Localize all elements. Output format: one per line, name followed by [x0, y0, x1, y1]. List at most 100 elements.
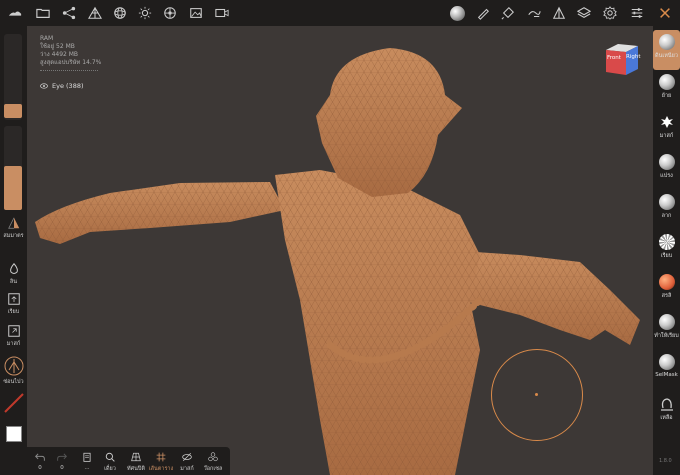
right-toolbar: ดินเหนียว ย้าย มาสก์ แปรง ลาก เรียบ สรลิ…: [653, 26, 680, 475]
drop-icon: [7, 262, 21, 276]
view-cube[interactable]: Front Right: [604, 42, 640, 76]
tool-trim[interactable]: เหลือ: [653, 396, 680, 422]
tool-move[interactable]: ย้าย: [653, 74, 680, 100]
tool-mask-label: มาสก์: [659, 133, 674, 139]
solo-button[interactable]: เดี่ยว: [97, 451, 123, 473]
tool-move-label: ย้าย: [661, 93, 672, 99]
memory-stats: RAM ใช้อยู่ 52 MB ว่าง 4492 MB สูงสุดแอป…: [40, 35, 101, 74]
logo-icon[interactable]: [6, 4, 24, 22]
selmask-icon: [658, 354, 675, 370]
tool-smooth-label: เรียบ: [660, 253, 673, 259]
tool-mask[interactable]: มาสก์: [653, 114, 680, 140]
voxel-label: ว๊อกเซล: [203, 466, 223, 472]
brush-pen-icon[interactable]: [474, 4, 492, 22]
intensity-slider-knob[interactable]: [4, 166, 22, 210]
move-icon: [658, 74, 675, 90]
clipboard-icon: [81, 451, 93, 463]
smooth-label: เรียบ: [7, 309, 20, 315]
redo-button[interactable]: 0: [49, 451, 75, 471]
search-icon: [104, 451, 116, 463]
intensity-slider[interactable]: [4, 126, 22, 210]
drag-icon: [658, 194, 675, 210]
undo-count: 0: [38, 465, 42, 471]
mask-tool[interactable]: มาสก์: [0, 324, 27, 348]
tool-paint[interactable]: สรลิ: [653, 274, 680, 300]
layers-icon[interactable]: [575, 4, 593, 22]
stroke-icon[interactable]: [525, 4, 543, 22]
tool-selmask-label: SelMask: [655, 372, 678, 378]
mask-toggle-button[interactable]: มาสก์: [174, 451, 200, 473]
tool-drag-label: ลาก: [661, 213, 672, 219]
mask-label: มาสก์: [6, 341, 21, 347]
stats-divider: [40, 70, 98, 71]
hide-icon: [4, 356, 24, 376]
paint-icon[interactable]: [499, 4, 517, 22]
eye-off-icon: [181, 451, 193, 463]
image-icon[interactable]: [187, 4, 205, 22]
tool-clay[interactable]: ดินเหนียว: [653, 30, 680, 70]
undo-icon: [34, 451, 46, 463]
tool-selmask[interactable]: SelMask: [653, 354, 680, 378]
stroke-line-icon: [3, 393, 24, 413]
ram-label: RAM: [40, 35, 54, 42]
cube-right-label: Right: [626, 54, 641, 60]
perspective-button[interactable]: ทัศนปิติ: [123, 451, 149, 473]
grid-icon: [155, 451, 167, 463]
sliders-icon[interactable]: [628, 4, 646, 22]
multires-icon[interactable]: [86, 4, 104, 22]
radius-slider-knob[interactable]: [4, 104, 22, 118]
tool-smooth[interactable]: เรียบ: [653, 234, 680, 260]
tool-drag[interactable]: ลาก: [653, 194, 680, 220]
grid-label: เส้นตาราง: [148, 466, 174, 472]
scene-icon[interactable]: [60, 4, 78, 22]
sphere-grid-icon[interactable]: [111, 4, 129, 22]
video-icon[interactable]: [213, 4, 231, 22]
redo-count: 0: [60, 465, 64, 471]
mask-icon: [7, 324, 21, 338]
clipboard-label: ...: [84, 465, 90, 471]
voxel-button[interactable]: ว๊อกเซล: [200, 451, 226, 473]
material-icon[interactable]: [161, 4, 179, 22]
smooth-tool[interactable]: เรียบ: [0, 292, 27, 316]
flatten-icon: [658, 314, 675, 330]
matcap-icon[interactable]: [448, 4, 466, 22]
smooth-ball-icon: [658, 234, 675, 250]
ram-cap: สูงสุดแอปบริษัท 14.7%: [40, 59, 102, 66]
hide-tool[interactable]: ซ่อนไปว: [0, 356, 27, 386]
tool-flatten[interactable]: ทำให้เรียบ: [653, 314, 680, 340]
version-text: 1.8.0: [659, 458, 672, 464]
tools-icon[interactable]: [656, 4, 674, 22]
paint-ball-icon: [658, 274, 675, 290]
tool-brush-label: แปรง: [660, 173, 673, 179]
tool-brush[interactable]: แปรง: [653, 154, 680, 180]
symmetry-tool[interactable]: สมมาตร: [0, 216, 27, 240]
stroke-color-swatch[interactable]: [0, 392, 27, 416]
dynamic-tool[interactable]: ลิน: [0, 262, 27, 286]
mask-toggle-label: มาสก์: [180, 466, 194, 472]
settings-gear-icon[interactable]: [601, 4, 619, 22]
smooth-icon: [7, 292, 21, 306]
cube-front-label: Front: [607, 55, 621, 61]
radius-slider[interactable]: [4, 34, 22, 120]
splat-icon: [659, 114, 675, 130]
grid-button[interactable]: เส้นตาราง: [148, 451, 174, 473]
ram-free: ว่าง 4492 MB: [40, 51, 79, 58]
perspective-label: ทัศนปิติ: [127, 466, 145, 472]
object-item[interactable]: Eye (388): [40, 82, 84, 90]
brush-center-dot: [535, 393, 538, 396]
tool-paint-label: สรลิ: [661, 293, 672, 299]
white-color-square: [5, 426, 22, 442]
trim-icon: [659, 396, 675, 412]
color-swatch[interactable]: [0, 426, 27, 442]
folder-icon[interactable]: [34, 4, 52, 22]
tool-flatten-label: ทำให้เรียบ: [654, 333, 679, 339]
clay-icon: [658, 34, 675, 50]
solo-label: เดี่ยว: [104, 466, 116, 472]
light-icon[interactable]: [136, 4, 154, 22]
tool-clay-label: ดินเหนียว: [655, 53, 678, 59]
redo-icon: [56, 451, 68, 463]
symmetry-icon: [7, 216, 21, 230]
eye-icon[interactable]: [40, 82, 48, 90]
voxel-icon: [207, 451, 219, 463]
topology-icon[interactable]: [550, 4, 568, 22]
